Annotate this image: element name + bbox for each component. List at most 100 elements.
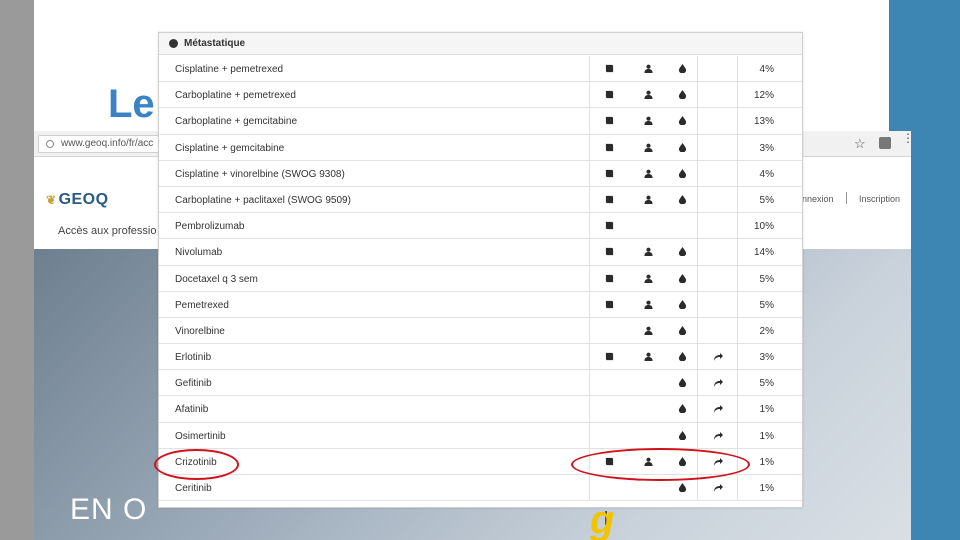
drop-icon[interactable]: [678, 299, 687, 309]
icon-cell: [589, 396, 697, 423]
book-icon[interactable]: [605, 352, 614, 361]
table-row[interactable]: Carboplatine + pemetrexed 12%: [159, 82, 802, 109]
percent-cell: 2%: [737, 317, 802, 344]
regimen-name[interactable]: Afatinib: [175, 404, 208, 415]
regimen-name[interactable]: Erlotinib: [175, 352, 211, 363]
person-icon[interactable]: [644, 195, 653, 204]
book-icon[interactable]: [605, 64, 614, 73]
percent-value: 5%: [759, 194, 774, 206]
table-row[interactable]: Erlotinib 3%: [159, 344, 802, 371]
table-row[interactable]: Pembrolizumab 10%: [159, 213, 802, 240]
arrow-cell: [697, 291, 737, 318]
icon-cell: [589, 265, 697, 292]
book-icon[interactable]: [605, 116, 614, 125]
person-icon[interactable]: [644, 247, 653, 257]
percent-cell: 4%: [737, 56, 802, 82]
percent-value: 1%: [759, 456, 774, 468]
percent-cell: 14%: [737, 239, 802, 266]
table-row[interactable]: Carboplatine + gemcitabine 13%: [159, 108, 802, 135]
share-arrow-icon[interactable]: [712, 431, 724, 441]
book-icon[interactable]: [605, 169, 614, 178]
arrow-cell: [697, 108, 737, 135]
table-row[interactable]: Afatinib 1%: [159, 396, 802, 423]
arrow-cell: [697, 370, 737, 397]
percent-value: 5%: [759, 299, 774, 311]
book-icon[interactable]: [605, 247, 614, 256]
menu-icon[interactable]: ⋮: [902, 132, 911, 144]
table-row[interactable]: Gefitinib 5%: [159, 370, 802, 397]
icon-cell: [589, 370, 697, 397]
table-row[interactable]: Nivolumab 14%: [159, 239, 802, 266]
regimen-name[interactable]: Pemetrexed: [175, 300, 229, 311]
extension-icon[interactable]: [879, 137, 891, 149]
regimen-name[interactable]: Carboplatine + pemetrexed: [175, 90, 296, 101]
percent-value: 4%: [759, 64, 774, 75]
table-row[interactable]: Osimertinib 1%: [159, 422, 802, 449]
percent-cell: 12%: [737, 82, 802, 109]
person-icon[interactable]: [644, 326, 653, 335]
percent-value: 1%: [759, 483, 774, 494]
table-row[interactable]: Carboplatine + paclitaxel (SWOG 9509) 5%: [159, 186, 802, 214]
drop-icon[interactable]: [678, 352, 687, 362]
person-icon[interactable]: [644, 274, 653, 283]
table-row[interactable]: Cisplatine + vinorelbine (SWOG 9308) 4%: [159, 160, 802, 187]
drop-icon[interactable]: [678, 483, 687, 492]
person-icon[interactable]: [644, 64, 653, 73]
share-arrow-icon[interactable]: [712, 378, 724, 388]
book-icon[interactable]: [605, 143, 614, 152]
share-arrow-icon[interactable]: [712, 352, 724, 362]
table-row[interactable]: Cisplatine + pemetrexed 4%: [159, 56, 802, 83]
drop-icon[interactable]: [678, 90, 687, 100]
regimen-name[interactable]: Ceritinib: [175, 483, 212, 494]
icon-cell: [589, 317, 697, 344]
table-row[interactable]: Ceritinib 1%: [159, 475, 802, 502]
drop-icon[interactable]: [678, 168, 687, 178]
regimen-name[interactable]: Osimertinib: [175, 431, 226, 442]
drop-icon[interactable]: [678, 116, 687, 126]
icon-cell: [589, 186, 697, 213]
drop-icon[interactable]: [678, 273, 687, 283]
person-icon[interactable]: [644, 90, 653, 100]
drop-icon[interactable]: [678, 142, 687, 152]
person-icon[interactable]: [644, 300, 653, 309]
book-icon[interactable]: [605, 195, 614, 204]
person-icon[interactable]: [644, 143, 653, 152]
panel-header[interactable]: Métastatique: [159, 33, 802, 55]
connexion-link[interactable]: nnexion: [802, 194, 834, 204]
regimen-name[interactable]: Docetaxel q 3 sem: [175, 274, 258, 285]
table-row[interactable]: Cisplatine + gemcitabine 3%: [159, 134, 802, 161]
drop-icon[interactable]: [678, 194, 687, 204]
regimen-name[interactable]: Cisplatine + vinorelbine (SWOG 9308): [175, 169, 345, 180]
table-row[interactable]: Pemetrexed 5%: [159, 291, 802, 318]
person-icon[interactable]: [644, 169, 653, 178]
regimen-name[interactable]: Carboplatine + paclitaxel (SWOG 9509): [175, 195, 351, 206]
drop-icon[interactable]: [678, 430, 687, 440]
book-icon[interactable]: [605, 300, 614, 309]
regimen-name[interactable]: Carboplatine + gemcitabine: [175, 116, 297, 127]
drop-icon[interactable]: [678, 378, 687, 388]
percent-value: 4%: [759, 168, 774, 180]
drop-icon[interactable]: [678, 247, 687, 257]
regimen-name[interactable]: Vinorelbine: [175, 326, 225, 337]
left-slide-strip: [0, 0, 34, 540]
person-icon[interactable]: [644, 352, 653, 362]
table-row[interactable]: Vinorelbine 2%: [159, 317, 802, 345]
drop-icon[interactable]: [678, 325, 687, 335]
star-icon[interactable]: ☆: [854, 136, 866, 152]
table-row[interactable]: Docetaxel q 3 sem 5%: [159, 265, 802, 292]
book-icon[interactable]: [605, 90, 614, 99]
site-logo[interactable]: ❦ GEOQ: [46, 191, 109, 209]
regimen-name[interactable]: Cisplatine + pemetrexed: [175, 64, 283, 75]
inscription-link[interactable]: Inscription: [859, 194, 900, 204]
drop-icon[interactable]: [678, 64, 687, 73]
drop-icon[interactable]: [678, 404, 687, 414]
book-icon[interactable]: [605, 221, 614, 230]
regimen-name[interactable]: Pembrolizumab: [175, 221, 244, 232]
share-arrow-icon[interactable]: [712, 404, 724, 414]
share-arrow-icon[interactable]: [712, 483, 724, 493]
person-icon[interactable]: [644, 116, 653, 126]
regimen-name[interactable]: Nivolumab: [175, 247, 222, 258]
regimen-name[interactable]: Cisplatine + gemcitabine: [175, 143, 284, 154]
book-icon[interactable]: [605, 274, 614, 283]
regimen-name[interactable]: Gefitinib: [175, 378, 212, 389]
